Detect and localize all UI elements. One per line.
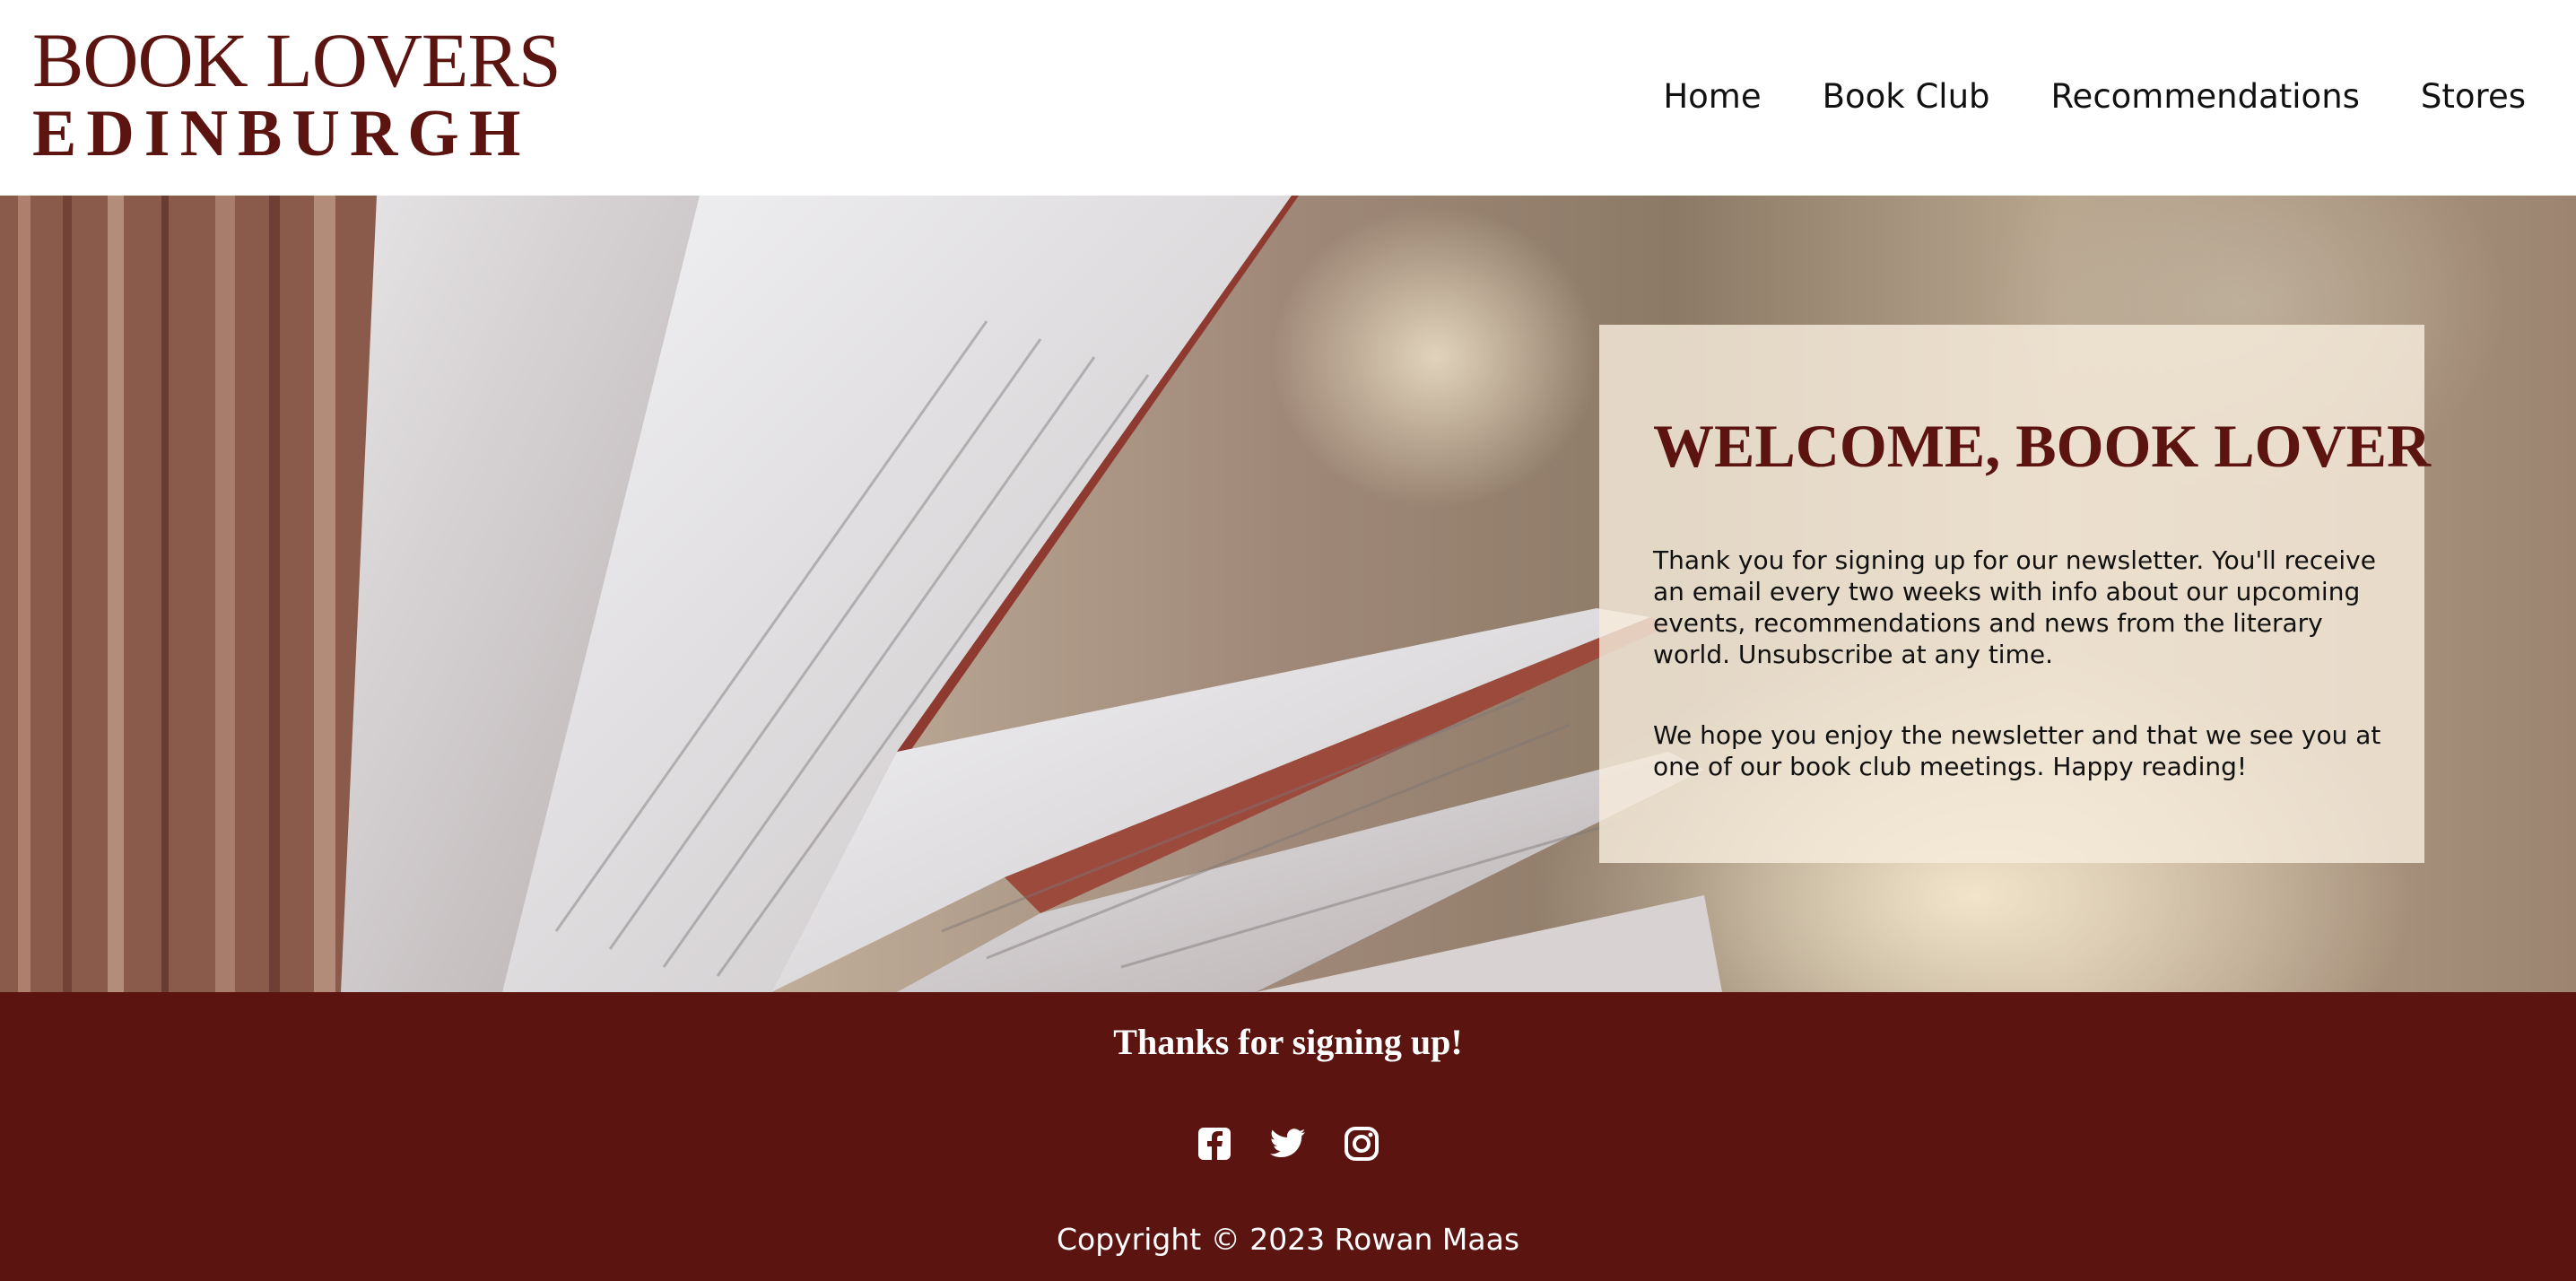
site-logo[interactable]: BOOK LOVERS EDINBURGH — [32, 22, 561, 167]
welcome-card: WELCOME, BOOK LOVER Thank you for signin… — [1599, 325, 2431, 863]
welcome-paragraph-1: Thank you for signing up for our newslet… — [1653, 545, 2376, 669]
twitter-icon[interactable] — [1269, 1125, 1307, 1163]
welcome-paragraph-2: We hope you enjoy the newsletter and tha… — [1653, 720, 2381, 781]
facebook-icon[interactable] — [1196, 1125, 1233, 1163]
nav-book-club[interactable]: Book Club — [1823, 77, 1990, 116]
nav-stores[interactable]: Stores — [2421, 77, 2526, 116]
main-nav: Home Book Club Recommendations Stores — [1663, 77, 2526, 116]
copyright-text: Copyright © 2023 Rowan Maas — [1056, 1222, 1520, 1257]
welcome-title: WELCOME, BOOK LOVER — [1653, 412, 2432, 480]
site-footer: Thanks for signing up! Copyright © 2023 … — [0, 992, 2576, 1281]
nav-home[interactable]: Home — [1663, 77, 1761, 116]
footer-title: Thanks for signing up! — [1113, 1022, 1463, 1062]
nav-recommendations[interactable]: Recommendations — [2051, 77, 2360, 116]
instagram-icon[interactable] — [1343, 1125, 1380, 1163]
social-links — [0, 1125, 2576, 1163]
logo-line-1: BOOK LOVERS — [32, 17, 561, 103]
site-header: BOOK LOVERS EDINBURGH Home Book Club Rec… — [0, 0, 2576, 196]
hero-section: WELCOME, BOOK LOVER Thank you for signin… — [0, 196, 2576, 992]
logo-line-2: EDINBURGH — [32, 97, 531, 170]
